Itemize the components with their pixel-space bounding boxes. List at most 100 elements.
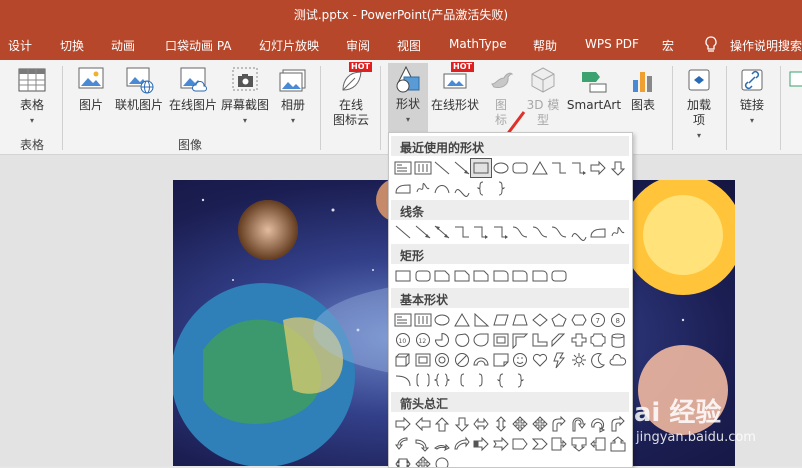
shape-callout-lr-icon[interactable] [393,455,413,467]
shape-rbrace-icon[interactable] [510,371,530,389]
shape-down-arrow-icon[interactable] [608,159,628,177]
shape-left-arrow-icon[interactable] [413,415,433,433]
shape-chord-icon[interactable] [452,331,472,349]
tab-pocket-animation[interactable]: 口袋动画 PA [165,37,232,54]
shape-smiley-icon[interactable] [510,351,530,369]
shape-circ-arrow-icon[interactable] [588,415,608,433]
shape-can-icon[interactable] [608,331,628,349]
shape-elbow-arrow-icon[interactable] [491,223,511,241]
shape-trapezoid-icon[interactable] [510,311,530,329]
shape-dec12-icon[interactable]: 12 [413,331,433,349]
online-shapes-button[interactable]: HOT 在线形状 [431,62,479,113]
shape-plaque-icon[interactable] [588,331,608,349]
shape-curved-conn-icon[interactable] [530,223,550,241]
shape-callout-left-icon[interactable] [588,435,608,453]
shape-ellipse-icon[interactable] [432,311,452,329]
shape-l-shape-icon[interactable] [530,331,550,349]
tab-help[interactable]: 帮助 [533,37,557,54]
tab-animations[interactable]: 动画 [111,37,135,54]
shape-triangle-icon[interactable] [452,311,472,329]
shape-moon-icon[interactable] [588,351,608,369]
shape-lbracket-icon[interactable] [452,371,472,389]
shape-arc-icon[interactable] [432,179,452,197]
shape-diamond-icon[interactable] [530,311,550,329]
tell-me-search[interactable]: 操作说明搜索 [730,37,802,54]
photo-album-button[interactable]: 相册 ▾ [276,64,310,128]
shape-snip-rect-icon[interactable] [471,267,491,285]
shape-dbl-arrow-icon[interactable] [432,223,452,241]
shape-curved-up-icon[interactable] [432,435,452,453]
shape-up-arrow-icon[interactable] [432,415,452,433]
shape-block-arc-icon[interactable] [471,351,491,369]
shape-rectangle-icon[interactable] [470,158,492,178]
shape-curved-conn-icon[interactable] [549,223,569,241]
shape-freeform-icon[interactable] [393,179,413,197]
shape-snip-rect-icon[interactable] [452,267,472,285]
shape-triangle-icon[interactable] [530,159,550,177]
shape-chevron-icon[interactable] [530,435,550,453]
shape-arrow-line-icon[interactable] [452,159,472,177]
shape-vtextbox-icon[interactable] [413,159,433,177]
picture-button[interactable]: 图片 [73,64,109,113]
shape-right-arrow-icon[interactable] [588,159,608,177]
shape-diag-stripe-icon[interactable] [549,331,569,349]
tab-view[interactable]: 视图 [397,37,421,54]
shape-bent-arrow-icon[interactable] [549,415,569,433]
tab-macro[interactable]: 宏 [662,37,674,54]
tab-wps-pdf[interactable]: WPS PDF [585,37,639,51]
shape-rounded-rect-icon[interactable] [413,267,433,285]
shape-cube-icon[interactable] [393,351,413,369]
online-picture-button[interactable]: 联机图片 [113,64,165,113]
online-icon-cloud-button[interactable]: HOT 在线 图标云 [328,62,374,128]
shape-curve-icon[interactable] [452,179,472,197]
shape-octagon-icon[interactable]: 8 [608,311,628,329]
shape-bevel-icon[interactable] [413,351,433,369]
shape-cloud-icon[interactable] [608,351,628,369]
shape-elbow-icon[interactable] [549,159,569,177]
shape-round1-icon[interactable] [491,267,511,285]
shape-quad-arrow-icon[interactable] [530,415,550,433]
shape-half-frame-icon[interactable] [510,331,530,349]
comment-icon[interactable] [788,68,802,98]
shape-cross-icon[interactable] [569,331,589,349]
shape-heptagon-icon[interactable]: 7 [588,311,608,329]
shape-snip-rect-icon[interactable] [432,267,452,285]
shape-callout-up-icon[interactable] [608,435,628,453]
shape-rt-triangle-icon[interactable] [471,311,491,329]
screenshot-button[interactable]: 屏幕截图 ▾ [220,64,270,128]
shape-donut-icon[interactable] [432,351,452,369]
shape-lbrace-icon[interactable] [491,371,511,389]
shape-folded-icon[interactable] [491,351,511,369]
shape-no-symbol-icon[interactable] [452,351,472,369]
shape-freeform-icon[interactable] [588,223,608,241]
shape-pentagon-icon[interactable] [549,311,569,329]
link-button[interactable]: 链接 ▾ [734,64,770,128]
shape-dec10-icon[interactable]: 10 [393,331,413,349]
tab-design[interactable]: 设计 [8,37,32,54]
shape-arrow-line-icon[interactable] [413,223,433,241]
tab-mathtype[interactable]: MathType [449,37,507,51]
shape-rounded-rect-icon[interactable] [510,159,530,177]
shape-heart-icon[interactable] [530,351,550,369]
shape-circ-plain-icon[interactable] [432,455,452,467]
shape-u-turn-icon[interactable] [569,415,589,433]
tab-slideshow[interactable]: 幻灯片放映 [259,37,319,54]
shape-right-arrow-icon[interactable] [393,415,413,433]
shape-scribble-icon[interactable] [608,223,628,241]
shape-round1-icon[interactable] [530,267,550,285]
tab-review[interactable]: 审阅 [346,37,370,54]
shape-rounded-rect-icon[interactable] [549,267,569,285]
online-picture2-button[interactable]: 在线图片 [167,64,219,113]
shape-quad-arrow-icon[interactable] [413,455,433,467]
shape-curved-left-icon[interactable] [393,435,413,453]
shape-notched-arrow-icon[interactable] [491,435,511,453]
shape-elbow-arrow-icon[interactable] [471,223,491,241]
shape-frame-icon[interactable] [491,331,511,349]
shape-ellipse-icon[interactable] [491,159,511,177]
shape-callout-arrow-icon[interactable] [549,435,569,453]
shape-dbl-bracket-icon[interactable] [413,371,433,389]
tab-transitions[interactable]: 切换 [60,37,84,54]
shape-line-icon[interactable] [432,159,452,177]
shapes-button[interactable]: 形状 ▾ [388,63,428,132]
smartart-button[interactable]: SmartArt [566,64,622,113]
